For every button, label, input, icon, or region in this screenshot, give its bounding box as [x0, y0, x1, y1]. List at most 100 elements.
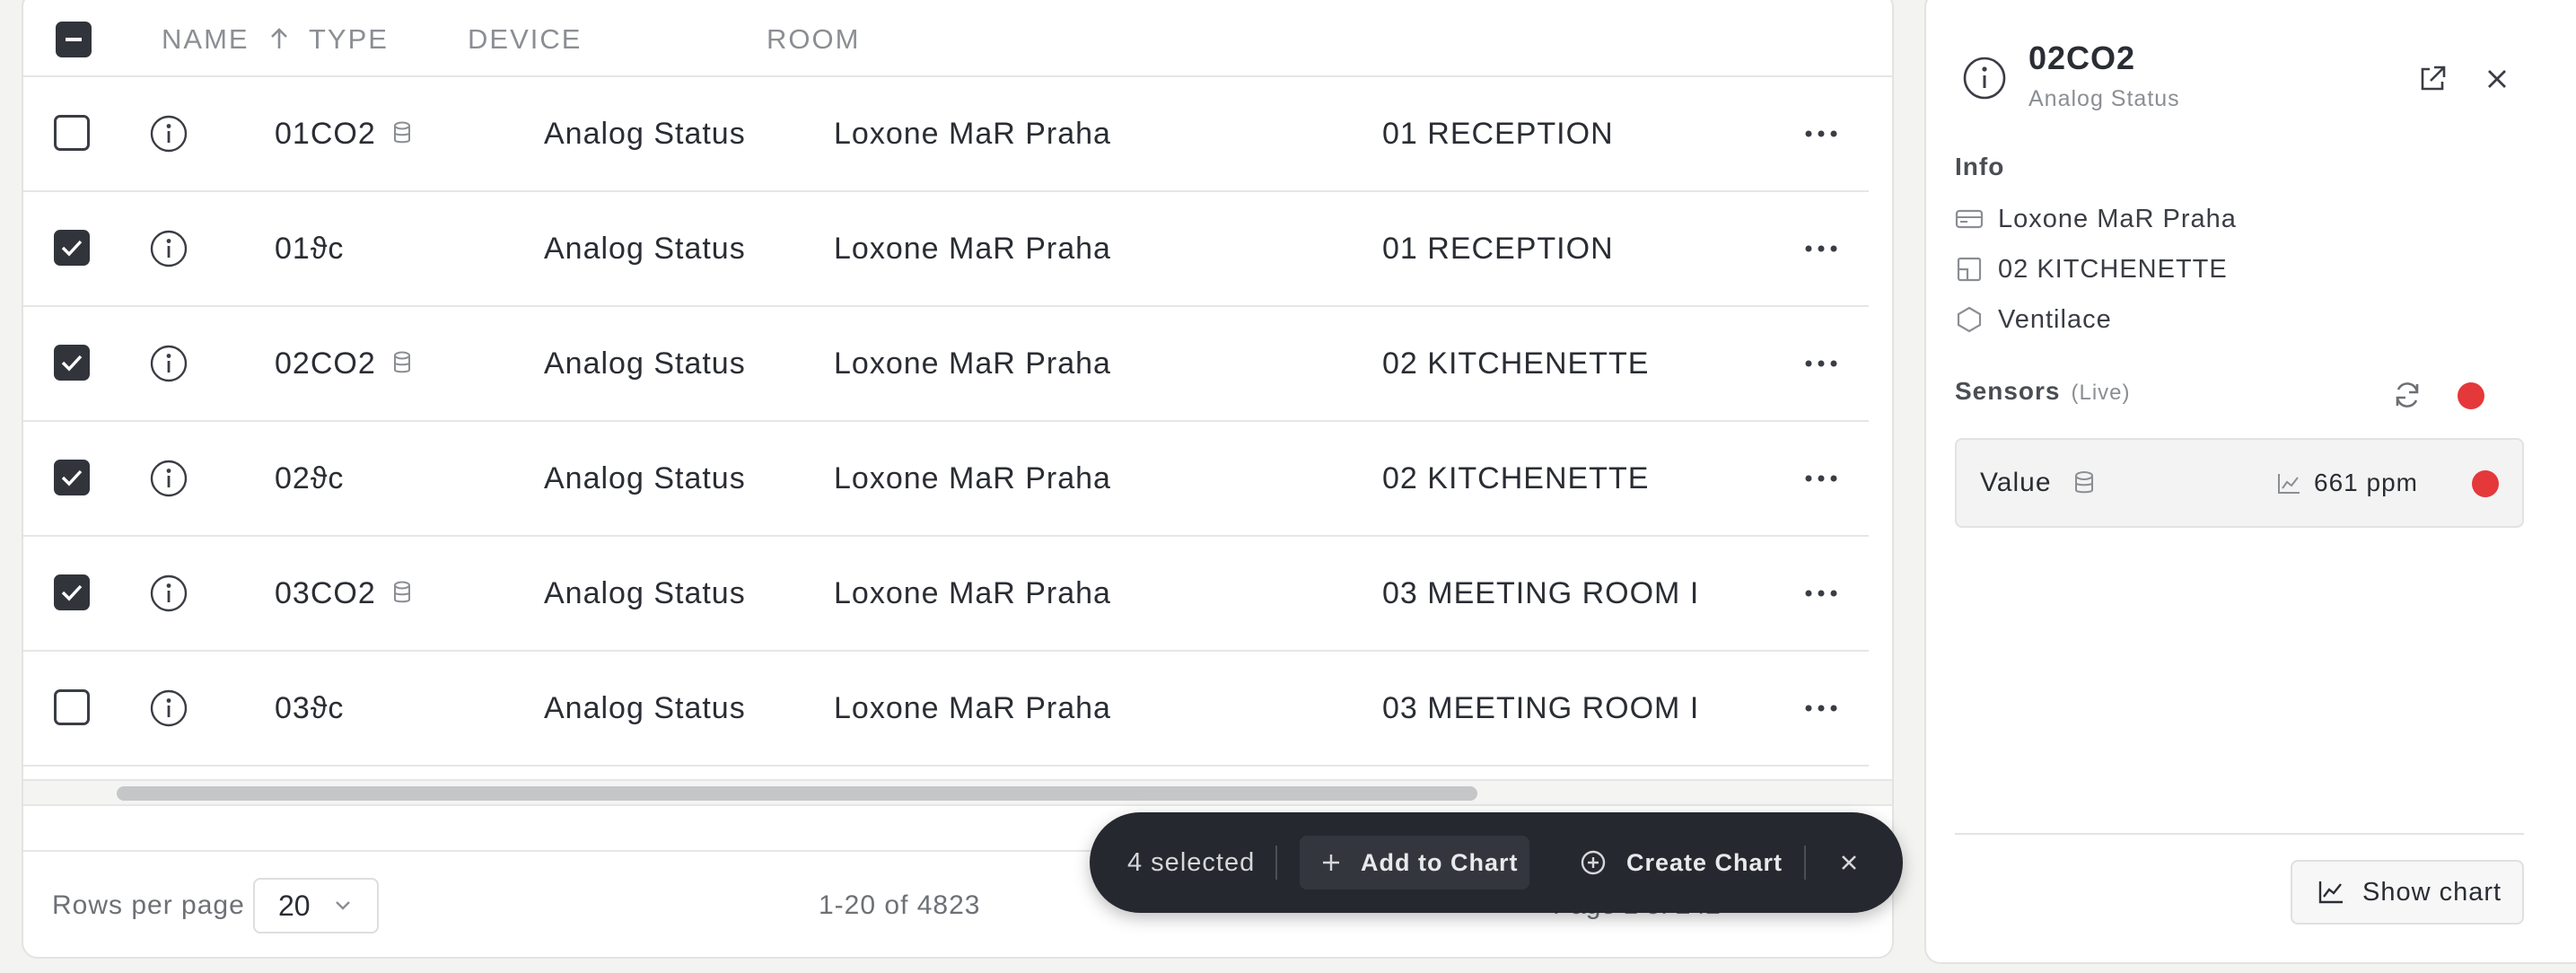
panel-subtitle: Analog Status [2028, 86, 2180, 111]
more-actions-button[interactable] [1804, 307, 1838, 420]
status-dot [2458, 382, 2484, 409]
info-icon[interactable] [149, 114, 188, 153]
sensor-value: 661 ppm [2314, 469, 2418, 496]
cell-room: 02 KITCHENETTE [1382, 461, 1650, 495]
selected-count: 4 selected [1127, 848, 1256, 877]
row-checkbox[interactable] [54, 574, 90, 610]
table-row[interactable]: 01ϑc Analog Status Loxone MaR Praha 01 RECE… [23, 192, 1869, 307]
show-chart-label: Show chart [2362, 877, 2502, 907]
add-to-chart-label: Add to Chart [1361, 848, 1519, 876]
panel-title: 02CO2 [2028, 39, 2136, 76]
row-checkbox[interactable] [54, 115, 90, 151]
cell-device: Loxone MaR Praha [834, 232, 1111, 266]
cell-device: Loxone MaR Praha [834, 576, 1111, 610]
cell-device: Loxone MaR Praha [834, 461, 1111, 495]
selection-action-bar: 4 selected Add to Chart Create Chart [1090, 812, 1903, 913]
info-icon[interactable] [149, 344, 188, 383]
cell-room: 01 RECEPTION [1382, 232, 1614, 266]
info-device-label: Loxone MaR Praha [1998, 204, 2237, 233]
table-header: NAME TYPE DEVICE ROOM [23, 2, 1892, 77]
more-horizontal-icon [1805, 360, 1837, 367]
add-to-chart-button[interactable]: Add to Chart [1300, 836, 1529, 890]
more-actions-button[interactable] [1804, 537, 1838, 650]
sensors-live-label: (Live) [2071, 381, 2131, 405]
info-device: Loxone MaR Praha [1955, 201, 2237, 237]
chevron-down-icon [336, 901, 350, 910]
cell-type: Analog Status [544, 117, 746, 151]
device-icon [1955, 209, 1984, 229]
cell-type: Analog Status [544, 691, 746, 725]
info-icon[interactable] [149, 688, 188, 728]
cell-name-text: 02ϑc [275, 461, 345, 495]
info-category-label: Ventilace [1998, 304, 2112, 334]
row-checkbox[interactable] [54, 345, 90, 381]
sensor-row[interactable]: Value 661 ppm [1955, 438, 2524, 528]
horizontal-scrollbar[interactable] [117, 786, 1477, 801]
rows-per-page-select[interactable]: 20 [253, 878, 379, 934]
table-row[interactable]: 03CO2 Analog Status Loxone MaR Praha 03 MEE… [23, 537, 1869, 652]
more-actions-button[interactable] [1804, 77, 1838, 190]
room-icon [1957, 257, 1982, 282]
plus-circle-icon [1581, 850, 1606, 875]
column-header-name[interactable]: NAME [162, 2, 289, 77]
more-horizontal-icon [1805, 705, 1837, 712]
cell-name: 03ϑc [275, 652, 344, 765]
show-chart-button[interactable]: Show chart [2291, 860, 2524, 925]
cell-device: Loxone MaR Praha [834, 691, 1111, 725]
row-checkbox[interactable] [54, 460, 90, 495]
table-row[interactable]: 03ϑc Analog Status Loxone MaR Praha 03 MEET… [23, 652, 1869, 767]
cell-type: Analog Status [544, 232, 746, 266]
detail-panel: 02CO2 Analog Status Info Loxone MaR Prah… [1924, 0, 2576, 964]
cell-name-text: 02CO2 [275, 346, 376, 381]
cell-type: Analog Status [544, 461, 746, 495]
more-actions-button[interactable] [1804, 192, 1838, 305]
cell-type: Analog Status [544, 346, 746, 381]
line-chart-icon [2278, 474, 2300, 494]
cell-name: 03CO2 [275, 537, 412, 650]
table-row[interactable]: 01CO2 Analog Status Loxone MaR Praha 01 REC… [23, 77, 1869, 192]
pagination-range: 1-20 of 4823 [819, 890, 981, 920]
close-icon[interactable] [2483, 65, 2511, 93]
column-name-label: NAME [162, 23, 250, 55]
select-all-checkbox[interactable] [56, 22, 92, 57]
sensors-heading: Sensors (Live) [1955, 377, 2131, 406]
cell-name-text: 03CO2 [275, 576, 376, 610]
database-icon [393, 351, 410, 373]
hexagon-icon [1957, 306, 1982, 333]
external-link-icon[interactable] [2416, 63, 2449, 95]
info-icon[interactable] [149, 229, 188, 268]
cell-name-text: 01CO2 [275, 117, 376, 151]
more-actions-button[interactable] [1804, 422, 1838, 535]
plus-icon [1323, 855, 1339, 871]
database-icon [393, 581, 410, 603]
table-row[interactable]: 02ϑc Analog Status Loxone MaR Praha 02 KITC… [23, 422, 1869, 537]
table-body: 01CO2 Analog Status Loxone MaR Praha 01 REC… [23, 77, 1869, 768]
cell-device: Loxone MaR Praha [834, 117, 1111, 151]
database-icon [2075, 471, 2093, 494]
info-icon [1963, 57, 2006, 100]
cell-room: 03 MEETING ROOM I [1382, 691, 1700, 725]
row-checkbox[interactable] [54, 689, 90, 725]
line-chart-icon [2318, 881, 2343, 904]
info-icon[interactable] [149, 574, 188, 613]
sensor-status-dot [2472, 470, 2499, 497]
create-chart-button[interactable]: Create Chart [1558, 836, 1806, 890]
database-icon [393, 121, 410, 144]
table-row[interactable]: 02CO2 Analog Status Loxone MaR Praha 02 KIT… [23, 307, 1869, 422]
sensors-heading-label: Sensors [1955, 377, 2061, 405]
refresh-icon[interactable] [2391, 379, 2423, 411]
column-header-room[interactable]: ROOM [767, 2, 860, 77]
close-icon[interactable] [1831, 845, 1867, 881]
column-header-type[interactable]: TYPE [309, 2, 389, 77]
rows-per-page-label: Rows per page [52, 890, 245, 920]
info-room: 02 KITCHENETTE [1955, 251, 2228, 287]
cell-name: 02CO2 [275, 307, 412, 420]
more-actions-button[interactable] [1804, 652, 1838, 765]
column-header-device[interactable]: DEVICE [468, 2, 582, 77]
cell-room: 01 RECEPTION [1382, 117, 1614, 151]
info-icon[interactable] [149, 459, 188, 498]
row-checkbox[interactable] [54, 230, 90, 266]
info-room-label: 02 KITCHENETTE [1998, 254, 2228, 284]
info-category: Ventilace [1955, 302, 2112, 337]
divider [1955, 833, 2524, 835]
